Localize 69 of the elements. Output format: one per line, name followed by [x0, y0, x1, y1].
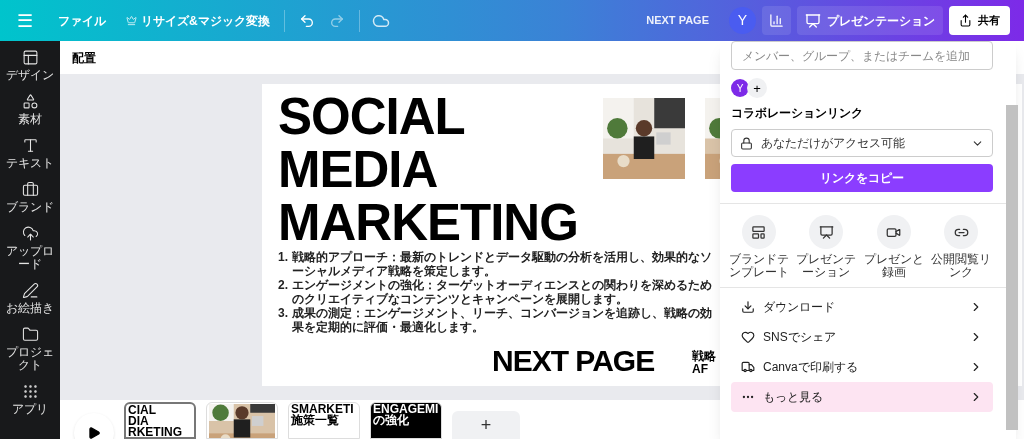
member-avatar: Y	[731, 79, 749, 97]
slide-title: MEDIA	[278, 143, 439, 196]
arrange-button[interactable]: 配置	[72, 48, 96, 67]
presentation-icon	[818, 224, 834, 240]
truck-icon	[741, 360, 755, 374]
copy-link-button[interactable]: リンクをコピー	[731, 164, 993, 192]
panel-scrollbar[interactable]	[1006, 105, 1018, 430]
sidebar-item[interactable]: アプリ	[4, 383, 56, 416]
thumbnail-text: RKETING	[128, 427, 183, 437]
bullet-point: 成果の測定：エンゲージメント、リーチ、コンバージョンを追跡し、戦略の効果を定期的に評価・最適化します。	[292, 306, 713, 334]
list-number: 2.	[278, 278, 289, 294]
share-menu-item[interactable]: SNSでシェア	[731, 322, 993, 352]
bullet-point: エンゲージメントの強化：ターゲットオーディエンスとの関わりを深めるためのクリエイティブなコンテンツとキャンペーンを展開します。	[292, 278, 713, 306]
shapes-icon	[21, 93, 39, 110]
bar-chart-icon	[769, 13, 784, 28]
add-page-button[interactable]: +	[452, 411, 520, 439]
share-icon	[959, 14, 972, 27]
analytics-button[interactable]	[762, 6, 791, 35]
template-icon	[751, 224, 767, 240]
slide-side-text: AF	[692, 363, 709, 376]
page-thumbnail[interactable]: CIAL DIA RKETING	[124, 402, 196, 439]
crown-icon	[126, 15, 137, 26]
sidebar-item[interactable]: アップロード	[4, 225, 56, 271]
people-input[interactable]: メンバー、グループ、またはチームを追加	[731, 41, 993, 70]
slide-title: SOCIAL	[278, 90, 466, 143]
list-number: 1.	[278, 250, 289, 266]
user-avatar[interactable]: Y	[729, 7, 756, 34]
share-button[interactable]: 共有	[949, 6, 1010, 35]
download-icon	[741, 300, 755, 314]
sidebar-item[interactable]: お絵描き	[4, 282, 56, 315]
slide-side-text: 戦略	[692, 350, 716, 363]
list-number: 3.	[278, 306, 289, 322]
sidebar-item[interactable]: テキスト	[4, 137, 56, 170]
thumbnail-text: DIA	[128, 416, 149, 427]
grid-icon	[21, 383, 39, 400]
sidebar-item[interactable]: プロジェクト	[4, 326, 56, 372]
page-thumbnail[interactable]	[206, 402, 278, 439]
play-icon	[87, 426, 101, 439]
access-dropdown[interactable]: あなただけがアクセス可能	[731, 129, 993, 157]
page-thumbnail[interactable]: SMARKETI 施策一覧	[288, 402, 360, 439]
slide-footer-title: NEXT PAGE	[492, 346, 655, 376]
sidebar-item[interactable]: 素材	[4, 93, 56, 126]
presentation-icon	[805, 12, 821, 29]
page-thumbnail[interactable]: ENGAGEMI の強化	[370, 402, 442, 439]
share-option[interactable]: プレゼンと録画	[860, 215, 928, 279]
bullet-point: 戦略的アプローチ：最新のトレンドとデータ駆動の分析を活用し、効果的なソーシャルメディア戦略を策定します。	[292, 250, 713, 278]
heart-icon	[741, 330, 755, 344]
share-menu-item[interactable]: ダウンロード	[731, 292, 993, 322]
share-option[interactable]: プレゼンテーション	[792, 215, 860, 279]
present-button[interactable]: プレゼンテーション	[797, 6, 943, 35]
share-option[interactable]: ブランドテンプレート	[725, 215, 793, 279]
sidebar-item[interactable]: デザイン	[4, 49, 56, 82]
slide-title: MARKETING	[278, 196, 578, 249]
pen-icon	[21, 282, 39, 299]
design-title[interactable]: NEXT PAGE	[646, 12, 709, 29]
layout-icon	[21, 49, 39, 66]
undo-icon[interactable]	[298, 12, 315, 29]
collab-heading: コラボレーションリンク	[731, 105, 864, 122]
folder-icon	[21, 326, 39, 343]
text-icon	[21, 137, 39, 154]
briefcase-icon	[21, 181, 39, 198]
share-menu-item[interactable]: もっと見る	[731, 382, 993, 412]
sidebar-item[interactable]: ブランド	[4, 181, 56, 214]
lock-icon	[740, 136, 753, 150]
share-option[interactable]: 公開閲覧リンク	[927, 215, 995, 279]
share-menu-item[interactable]: Canvaで印刷する	[731, 352, 993, 382]
cloud-upload-icon	[21, 225, 39, 242]
thumbnail-text: CIAL	[128, 405, 157, 416]
add-member-button[interactable]: +	[747, 78, 767, 98]
